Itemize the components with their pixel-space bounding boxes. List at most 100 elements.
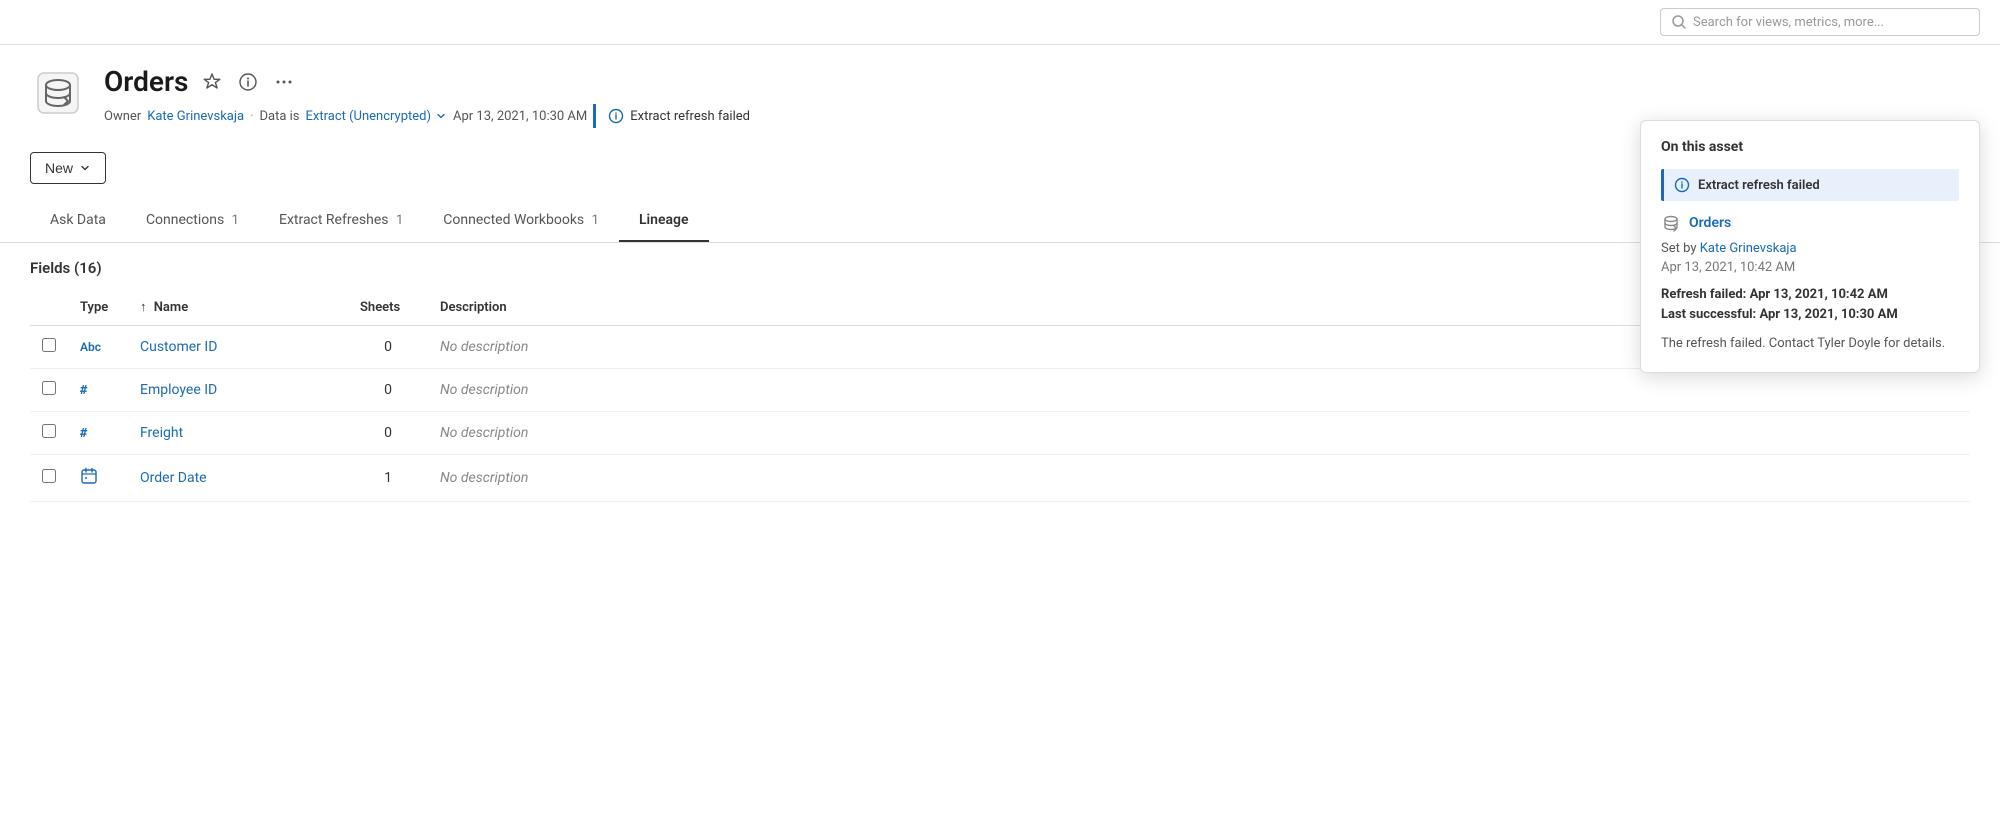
set-by-link[interactable]: Kate Grinevskaja [1700,241,1797,256]
tab-lineage-label: Lineage [639,212,689,228]
info-circle-icon [608,108,624,124]
row-name-cell: Employee ID [128,369,348,412]
type-number-badge: # [80,383,87,397]
ellipsis-icon [274,72,294,92]
tab-connected-workbooks-label: Connected Workbooks [443,212,584,228]
popover-set-by: Set by Kate Grinevskaja [1661,241,1959,256]
field-name-link[interactable]: Freight [140,425,183,441]
tab-connections-label: Connections [146,212,224,228]
tab-connections-count: 1 [232,213,239,228]
popover-datasource-icon [1661,213,1681,233]
row-checkbox-cell [30,369,68,412]
popover-source-name[interactable]: Orders [1689,215,1731,231]
search-placeholder: Search for views, metrics, more... [1693,15,1884,30]
table-row: # Employee ID 0 No description [30,369,1970,412]
extract-failed-label: Extract refresh failed [630,109,750,124]
row-checkbox[interactable] [42,381,56,395]
favorite-button[interactable] [198,68,226,96]
col-header-type: Type [68,289,128,326]
field-description: No description [440,425,528,441]
tab-connected-workbooks[interactable]: Connected Workbooks 1 [423,200,619,242]
field-description: No description [440,382,528,398]
info-icon [238,72,258,92]
popover-date: Apr 13, 2021, 10:42 AM [1661,260,1959,275]
star-icon [202,72,222,92]
chevron-down-icon [435,110,447,122]
tab-connections[interactable]: Connections 1 [126,200,259,242]
extract-date: Apr 13, 2021, 10:30 AM [453,109,587,124]
owner-link[interactable]: Kate Grinevskaja [147,109,244,124]
col-description-label: Description [440,300,507,315]
col-sheets-label: Sheets [360,300,400,315]
extract-type-link[interactable]: Extract (Unencrypted) [306,109,448,124]
data-is-label: Data is [259,109,299,124]
meta-separator: · [250,109,253,124]
col-header-sheets: Sheets [348,289,428,326]
popover-alert-row: Extract refresh failed [1661,169,1959,201]
extract-failed-popover: On this asset Extract refresh failed Ord… [1640,120,1980,373]
new-button[interactable]: New [30,152,106,184]
tab-extract-refreshes[interactable]: Extract Refreshes 1 [259,200,423,242]
tab-ask-data-label: Ask Data [50,212,106,228]
field-description: No description [440,339,528,355]
row-desc-cell: No description [428,369,1970,412]
field-description: No description [440,470,528,486]
tab-extract-refreshes-count: 1 [396,213,403,228]
col-header-checkbox [30,289,68,326]
sort-arrow-up-icon: ↑ [140,300,147,315]
row-name-cell: Freight [128,412,348,455]
header-info: Orders [104,65,762,128]
owner-label: Owner [104,109,141,124]
header-meta: Owner Kate Grinevskaja · Data is Extract… [104,104,762,128]
popover-refresh-details: Refresh failed: Apr 13, 2021, 10:42 AM L… [1661,285,1959,324]
datasource-icon [30,65,86,121]
row-checkbox-cell [30,455,68,502]
tab-ask-data[interactable]: Ask Data [30,200,126,242]
sheets-count: 1 [384,470,392,486]
row-checkbox-cell [30,412,68,455]
row-desc-cell: No description [428,412,1970,455]
field-name-link[interactable]: Order Date [140,470,207,486]
sheets-count: 0 [384,382,392,398]
last-successful-text: Last successful: Apr 13, 2021, 10:30 AM [1661,307,1898,322]
row-checkbox-cell [30,326,68,369]
row-checkbox[interactable] [42,424,56,438]
page-title: Orders [104,65,188,98]
calendar-icon [80,467,98,485]
col-header-name: ↑ Name [128,289,348,326]
new-button-label: New [45,160,73,176]
row-sheets-cell: 1 [348,455,428,502]
row-name-cell: Customer ID [128,326,348,369]
row-sheets-cell: 0 [348,412,428,455]
row-checkbox[interactable] [42,338,56,352]
col-type-label: Type [80,300,108,315]
field-name-link[interactable]: Employee ID [140,382,217,398]
popover-title: On this asset [1661,139,1959,155]
extract-failed-badge[interactable]: Extract refresh failed [593,104,762,128]
type-text-badge: Abc [80,340,101,354]
search-icon [1671,14,1687,30]
tab-extract-refreshes-label: Extract Refreshes [279,212,389,228]
row-type-cell: # [68,369,128,412]
row-name-cell: Order Date [128,455,348,502]
sheets-count: 0 [384,425,392,441]
extract-type-label: Extract (Unencrypted) [306,109,432,124]
search-box[interactable]: Search for views, metrics, more... [1660,8,1980,36]
type-number-badge: # [80,426,87,440]
table-row: # Freight 0 No description [30,412,1970,455]
popover-message: The refresh failed. Contact Tyler Doyle … [1661,334,1959,354]
row-type-cell: # [68,412,128,455]
row-type-cell: Abc [68,326,128,369]
tab-lineage[interactable]: Lineage [619,200,709,242]
sheets-count: 0 [384,339,392,355]
more-options-button[interactable] [270,68,298,96]
row-type-cell [68,455,128,502]
info-button[interactable] [234,68,262,96]
col-name-label: Name [154,300,188,315]
row-sheets-cell: 0 [348,369,428,412]
row-desc-cell: No description [428,455,1970,502]
refresh-failed-text: Refresh failed: Apr 13, 2021, 10:42 AM [1661,287,1888,302]
main-content: Fields (16) Type ↑ Name Sheets Descripti… [0,243,2000,518]
row-checkbox[interactable] [42,469,56,483]
field-name-link[interactable]: Customer ID [140,339,217,355]
